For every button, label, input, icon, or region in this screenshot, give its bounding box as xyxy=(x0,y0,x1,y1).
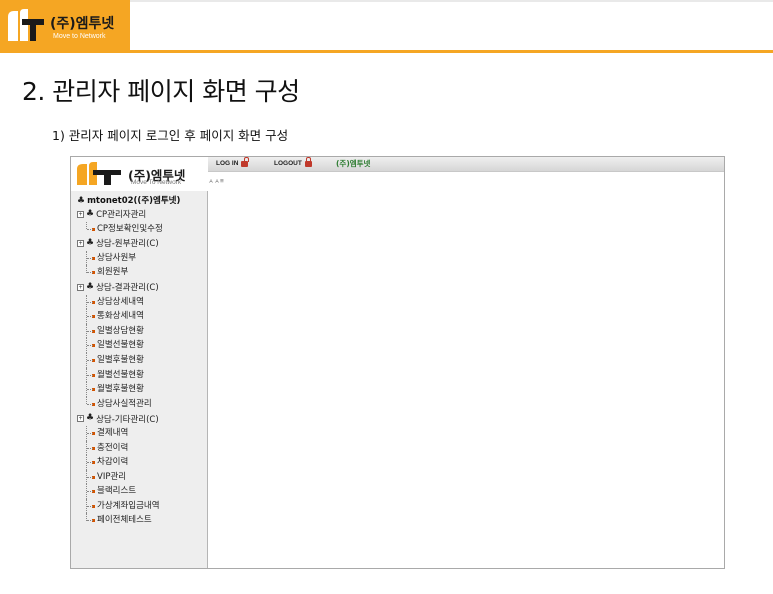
bullet-icon xyxy=(92,490,95,494)
admin-top-bar: LOG IN LOGOUT (주)엠투넷 xyxy=(208,157,724,172)
m2net-logo-icon xyxy=(8,9,44,41)
bullet-icon xyxy=(92,227,95,231)
bullet-icon xyxy=(92,388,95,392)
top-banner: (주)엠투넷 Move to Network xyxy=(0,0,773,54)
bullet-icon xyxy=(92,446,95,450)
tree-item[interactable]: 차감이력 xyxy=(77,455,207,470)
bullet-icon xyxy=(92,373,95,377)
club-icon: ♣ xyxy=(86,237,95,248)
tree-item[interactable]: 일별상담현황 xyxy=(77,323,207,339)
company-name: (주)엠투넷 xyxy=(50,16,115,32)
tree-folder-label: 상담-기타관리(C) xyxy=(96,414,159,425)
tree-item[interactable]: 충전이력 xyxy=(77,440,207,456)
bullet-icon xyxy=(92,402,95,406)
admin-sidebar: (주)엠투넷 Move To Network ♣ mtonet02((주)엠투넷… xyxy=(71,157,208,568)
login-label: LOG IN xyxy=(216,159,239,167)
tree-item[interactable]: 상담상세내역 xyxy=(77,294,207,310)
tree-item-label: 일별상담현황 xyxy=(97,325,144,336)
tree-item-label: 회원원부 xyxy=(97,267,129,278)
tree-item-label: 월별선불현황 xyxy=(97,369,144,380)
bullet-icon xyxy=(92,300,95,304)
expand-icon[interactable]: + xyxy=(77,415,84,423)
admin-page-screenshot: (주)엠투넷 Move To Network ♣ mtonet02((주)엠투넷… xyxy=(70,156,725,569)
club-icon: ♣ xyxy=(86,413,95,424)
club-icon: ♣ xyxy=(86,208,95,219)
tree-item[interactable]: 일별선불현황 xyxy=(77,338,207,353)
bullet-icon xyxy=(92,315,95,319)
tree-item-label: 충전이력 xyxy=(97,442,129,453)
tree-item[interactable]: VIP관리 xyxy=(77,469,207,485)
logout-label: LOGOUT xyxy=(274,159,302,167)
tree-item[interactable]: 결제내역 xyxy=(77,425,207,441)
tree-folder-consult-roster[interactable]: + ♣ 상담-원부관리(C) xyxy=(77,236,207,251)
tree-item-label: 결제내역 xyxy=(97,427,129,438)
bullet-icon xyxy=(92,519,95,523)
login-link[interactable]: LOG IN xyxy=(216,157,250,167)
tree-item-label: 블랙리스트 xyxy=(97,486,137,497)
bullet-icon xyxy=(92,271,95,275)
page-title: 2. 관리자 페이지 화면 구성 xyxy=(22,77,300,106)
tree-item[interactable]: CP정보확인및수정 xyxy=(77,221,207,237)
tree-item[interactable]: 가상계좌입금내역 xyxy=(77,498,207,514)
tree-folder-label: CP관리자관리 xyxy=(96,210,147,221)
tree-folder-label: 상담-결과관리(C) xyxy=(96,283,159,294)
tree-folder-cp-admin[interactable]: + ♣ CP관리자관리 xyxy=(77,207,207,222)
tree-folder-consult-results[interactable]: + ♣ 상담-결과관리(C) xyxy=(77,280,207,295)
tree-item[interactable]: 월별선불현황 xyxy=(77,367,207,383)
tree-item[interactable]: 페이전체테스트 xyxy=(77,513,207,528)
expand-icon[interactable]: + xyxy=(77,210,84,218)
tree-item-label: 일별후불현황 xyxy=(97,354,144,365)
club-icon: ♣ xyxy=(77,195,86,206)
tree-item-label: 페이전체테스트 xyxy=(97,515,152,526)
tree-item-label: 차감이력 xyxy=(97,457,129,468)
bullet-icon xyxy=(92,475,95,479)
expand-icon[interactable]: + xyxy=(77,283,84,291)
tree-item[interactable]: 회원원부 xyxy=(77,265,207,280)
tree-item-label: 가상계좌입금내역 xyxy=(97,500,160,511)
admin-content-area xyxy=(208,183,724,568)
bullet-icon xyxy=(92,461,95,465)
bullet-icon xyxy=(92,431,95,435)
tree-item[interactable]: 일별후불현황 xyxy=(77,352,207,368)
tree-item-label: VIP관리 xyxy=(97,471,127,482)
bullet-icon xyxy=(92,344,95,348)
company-tagline: Move to Network xyxy=(53,33,106,40)
tree-folder-label: 상담-원부관리(C) xyxy=(96,239,159,250)
bullet-icon xyxy=(92,504,95,508)
banner-divider xyxy=(0,50,773,53)
tree-item[interactable]: 상담사원부 xyxy=(77,250,207,266)
menu-tree: ♣ mtonet02((주)엠투넷) + ♣ CP관리자관리 CP정보확인및수정… xyxy=(77,195,207,528)
tree-item-label: 월별후불현황 xyxy=(97,384,144,395)
topbar-brand[interactable]: (주)엠투넷 xyxy=(336,158,370,169)
expand-icon[interactable]: + xyxy=(77,239,84,247)
logout-link[interactable]: LOGOUT xyxy=(274,157,312,167)
tree-item[interactable]: 통화상세내역 xyxy=(77,309,207,324)
tree-item[interactable]: 월별후불현황 xyxy=(77,382,207,397)
bullet-icon xyxy=(92,329,95,333)
tree-root-label: mtonet02((주)엠투넷) xyxy=(87,196,181,206)
bullet-icon xyxy=(92,358,95,362)
tree-item-label: 상담사실적관리 xyxy=(97,398,152,409)
tree-item-label: 통화상세내역 xyxy=(97,311,144,322)
bullet-icon xyxy=(92,256,95,260)
admin-logo[interactable]: (주)엠투넷 Move To Network xyxy=(71,157,208,191)
m2net-logo-icon xyxy=(77,162,121,185)
tree-item-label: 일별선불현황 xyxy=(97,340,144,351)
unlocked-icon xyxy=(241,157,250,167)
admin-logo-tagline: Move To Network xyxy=(131,179,182,186)
club-icon: ♣ xyxy=(86,281,95,292)
tree-item-label: 상담사원부 xyxy=(97,252,137,263)
section-subtitle: 1) 관리자 페이지 로그인 후 페이지 화면 구성 xyxy=(52,128,289,143)
lock-icon xyxy=(304,157,312,167)
tree-item[interactable]: 상담사실적관리 xyxy=(77,396,207,412)
tree-item[interactable]: 블랙리스트 xyxy=(77,484,207,499)
tree-item-label: 상담상세내역 xyxy=(97,296,144,307)
tree-folder-consult-other[interactable]: + ♣ 상담-기타관리(C) xyxy=(77,411,207,426)
tree-item-label: CP정보확인및수정 xyxy=(97,223,163,234)
tree-root[interactable]: ♣ mtonet02((주)엠투넷) xyxy=(77,195,207,207)
company-logo: (주)엠투넷 Move to Network xyxy=(0,0,130,50)
banner-top-line xyxy=(130,0,773,2)
